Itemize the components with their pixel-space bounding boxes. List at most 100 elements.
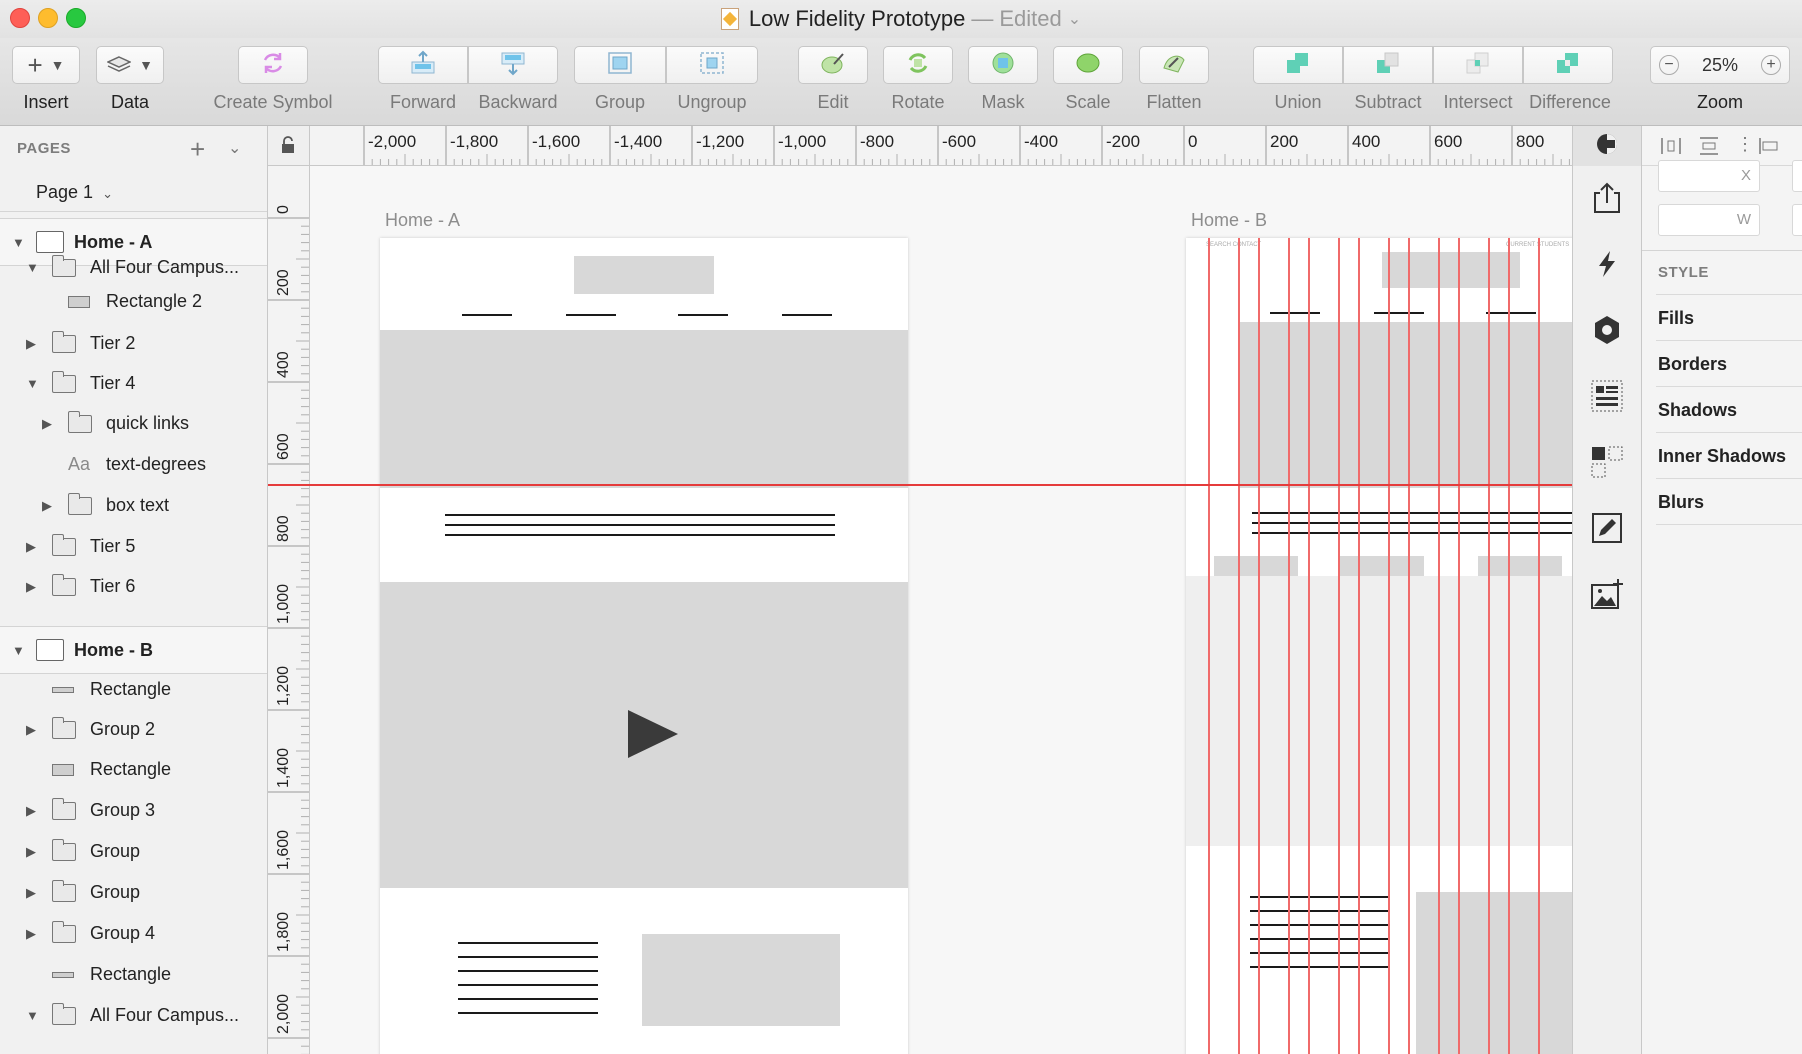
quick-link-box[interactable] [1214, 556, 1298, 576]
union-button[interactable] [1253, 46, 1343, 84]
disclosure-closed-icon[interactable]: ▶ [26, 722, 36, 738]
disclosure-open-icon[interactable]: ▼ [26, 376, 39, 391]
align-left-icon[interactable] [1660, 136, 1682, 161]
artboard-a-label[interactable]: Home - A [385, 210, 460, 231]
artboard-home-a[interactable] [380, 238, 908, 1054]
text-line[interactable] [445, 534, 835, 536]
layer-row[interactable]: ▶ Group 3 [0, 790, 267, 831]
disclosure-closed-icon[interactable]: ▶ [26, 539, 36, 555]
y-position-field[interactable] [1792, 160, 1802, 192]
text-line[interactable] [445, 514, 835, 516]
height-field[interactable] [1792, 204, 1802, 236]
more-dots-icon[interactable]: ⋮ [1736, 134, 1754, 155]
nav-link-line[interactable] [1270, 312, 1320, 314]
horizontal-ruler[interactable]: -2,000 -1,800 -1,600 -1,400 -1,200 -1,000 -800… [310, 126, 1572, 166]
text-line[interactable] [1250, 910, 1390, 912]
text-line[interactable] [458, 956, 598, 958]
insert-image-button[interactable] [1581, 570, 1633, 622]
scale-button[interactable] [1053, 46, 1123, 84]
horizontal-guide-line[interactable] [310, 484, 1572, 486]
subtract-button[interactable] [1343, 46, 1433, 84]
edit-image-button[interactable] [1581, 504, 1633, 556]
layer-row[interactable]: ▶ Tier 6 [0, 566, 267, 607]
disclosure-closed-icon[interactable]: ▶ [42, 416, 52, 432]
add-page-icon[interactable]: + [190, 134, 205, 165]
page-selector[interactable]: Page 1 ⌄ [36, 182, 113, 203]
disclosure-closed-icon[interactable]: ▶ [26, 579, 36, 595]
text-line[interactable] [1250, 896, 1390, 898]
disclosure-open-icon[interactable]: ▼ [26, 260, 39, 275]
disclosure-closed-icon[interactable]: ▶ [26, 336, 36, 352]
nav-link-line[interactable] [782, 314, 832, 316]
layer-row[interactable]: ▶ Group [0, 872, 267, 913]
align-edge-icon[interactable] [1758, 136, 1780, 161]
insert-button[interactable]: + ▼ [12, 46, 80, 84]
align-center-icon[interactable] [1698, 136, 1720, 161]
hero-image-placeholder[interactable] [380, 330, 908, 488]
quick-link-box[interactable] [1340, 556, 1424, 576]
ungroup-button[interactable] [666, 46, 758, 84]
style-section-shadows[interactable]: Shadows [1658, 400, 1737, 421]
nav-link-line[interactable] [566, 314, 616, 316]
lock-icon[interactable] [280, 136, 296, 159]
quick-link-box[interactable] [1478, 556, 1562, 576]
rotate-button[interactable] [883, 46, 953, 84]
image-placeholder[interactable] [642, 934, 840, 1026]
component-button[interactable] [1581, 306, 1633, 358]
layer-row[interactable]: ▼ All Four Campus... [0, 995, 267, 1036]
logo-placeholder[interactable] [574, 256, 714, 294]
style-section-blurs[interactable]: Blurs [1658, 492, 1704, 513]
content-section-placeholder[interactable] [1186, 576, 1572, 846]
play-icon[interactable] [628, 710, 678, 758]
flatten-button[interactable] [1139, 46, 1209, 84]
layer-row[interactable]: Rectangle [0, 669, 267, 710]
data-button[interactable]: ▼ [96, 46, 164, 84]
nav-link-line[interactable] [462, 314, 512, 316]
text-line[interactable] [1252, 522, 1572, 524]
disclosure-open-icon[interactable]: ▼ [26, 1008, 39, 1023]
text-line[interactable] [458, 1012, 598, 1014]
vertical-ruler[interactable]: 0 200 400 600 800 1,000 1,200 1,400 1,600 1,800 2,… [268, 166, 310, 1054]
layer-row[interactable]: ▶ box text [0, 485, 267, 526]
layer-row[interactable]: ▼ Home - B [0, 626, 267, 674]
disclosure-closed-icon[interactable]: ▶ [42, 498, 52, 514]
text-line[interactable] [458, 970, 598, 972]
layer-row[interactable]: Rectangle [0, 954, 267, 995]
forward-button[interactable] [378, 46, 468, 84]
group-button[interactable] [574, 46, 666, 84]
layer-row[interactable]: ▶ Tier 2 [0, 323, 267, 364]
layer-row[interactable]: Aa text-degrees [0, 444, 267, 485]
symbol-grid-button[interactable] [1581, 438, 1633, 490]
backward-button[interactable] [468, 46, 558, 84]
edit-button[interactable] [798, 46, 868, 84]
window-title[interactable]: Low Fidelity Prototype — Edited ⌄ [0, 0, 1802, 38]
nav-link-line[interactable] [1374, 312, 1424, 314]
disclosure-closed-icon[interactable]: ▶ [26, 926, 36, 942]
disclosure-closed-icon[interactable]: ▶ [26, 844, 36, 860]
collapse-pages-icon[interactable]: ⌄ [228, 138, 241, 158]
x-position-field[interactable]: X [1658, 160, 1760, 192]
prototype-button[interactable] [1581, 240, 1633, 292]
layer-row[interactable]: ▶ Group [0, 831, 267, 872]
create-symbol-button[interactable] [238, 46, 308, 84]
text-line[interactable] [1250, 966, 1390, 968]
text-line[interactable] [1250, 938, 1390, 940]
zoom-in-button[interactable]: + [1761, 55, 1781, 75]
layer-row[interactable]: ▶ Tier 5 [0, 526, 267, 567]
mask-button[interactable] [968, 46, 1038, 84]
text-line[interactable] [458, 998, 598, 1000]
text-line[interactable] [458, 942, 598, 944]
style-section-inner-shadows[interactable]: Inner Shadows [1658, 446, 1786, 467]
chevron-down-icon[interactable]: ⌄ [1068, 9, 1081, 29]
disclosure-open-icon[interactable]: ▼ [12, 643, 25, 658]
artboard-b-label[interactable]: Home - B [1191, 210, 1267, 231]
logo-placeholder[interactable] [1382, 252, 1520, 288]
layer-row[interactable]: ▶ Group 4 [0, 913, 267, 954]
text-line[interactable] [1250, 924, 1390, 926]
design-canvas[interactable]: Home - A Home - B SEARCH CONTACT CURRENT… [310, 166, 1572, 1054]
nav-link-line[interactable] [1486, 312, 1536, 314]
text-line[interactable] [1252, 512, 1572, 514]
style-section-borders[interactable]: Borders [1658, 354, 1727, 375]
intersect-button[interactable] [1433, 46, 1523, 84]
export-button[interactable] [1581, 174, 1633, 226]
